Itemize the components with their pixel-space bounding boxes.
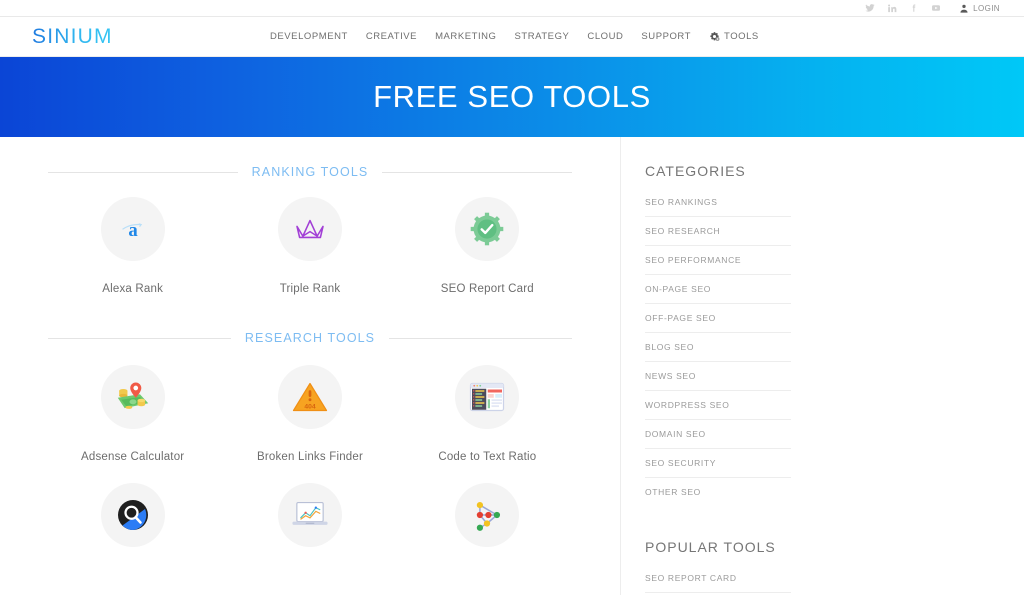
sidebar-item-blog-seo[interactable]: BLOG SEO <box>645 333 791 362</box>
tool-icon-wrap: a <box>100 197 165 261</box>
tool-icon-wrap: 404 <box>277 365 342 429</box>
section-heading-research: RESEARCH TOOLS <box>48 295 572 345</box>
sidebar-popular-list: SEO REPORT CARD BACKLINKS ANALYZER <box>645 567 791 599</box>
sidebar-title-popular-tools: POPULAR TOOLS <box>645 539 776 555</box>
sidebar-item-seo-research[interactable]: SEO RESEARCH <box>645 217 791 246</box>
site-logo[interactable]: SINIUM <box>32 25 113 49</box>
tool-card-code-to-text-ratio[interactable]: Code to Text Ratio <box>399 365 576 463</box>
sidebar-item-off-page-seo[interactable]: OFF-PAGE SEO <box>645 304 791 333</box>
nav-item-development[interactable]: DEVELOPMENT <box>270 31 348 42</box>
tool-label: Adsense Calculator <box>81 451 185 463</box>
sidebar: CATEGORIES SEO RANKINGS SEO RESEARCH SEO… <box>620 137 1024 595</box>
nav-item-strategy[interactable]: STRATEGY <box>515 31 570 42</box>
network-nodes-icon <box>477 501 501 531</box>
main-navbar: SINIUM DEVELOPMENT CREATIVE MARKETING ST… <box>0 17 1024 57</box>
crown-icon <box>296 219 324 239</box>
page-content: RANKING TOOLS a Alexa Rank Triple Rank S… <box>0 137 1024 595</box>
tool-card-triple-rank[interactable]: Triple Rank <box>221 197 398 295</box>
gears-icon <box>710 32 720 41</box>
youtube-icon[interactable] <box>930 3 941 14</box>
code-window-icon <box>470 382 505 412</box>
tool-card-partial-laptop-chart[interactable] <box>221 483 398 569</box>
tool-label: Code to Text Ratio <box>438 451 537 463</box>
alexa-logo-icon: a <box>122 220 142 241</box>
hero-banner: FREE SEO TOOLS <box>0 57 1024 137</box>
nav-item-marketing[interactable]: MARKETING <box>435 31 496 42</box>
nav-item-tools-label: TOOLS <box>724 31 759 42</box>
nav-item-tools[interactable]: TOOLS <box>709 31 759 42</box>
tool-card-alexa-rank[interactable]: a Alexa Rank <box>44 197 221 295</box>
laptop-chart-icon <box>292 501 328 525</box>
search-magnifier-icon <box>117 500 148 530</box>
warning-404-icon: 404 <box>292 382 328 412</box>
tool-icon-wrap <box>455 197 520 261</box>
sidebar-category-list: SEO RANKINGS SEO RESEARCH SEO PERFORMANC… <box>645 191 791 506</box>
sidebar-item-seo-security[interactable]: SEO SECURITY <box>645 449 791 478</box>
tool-icon-wrap <box>100 365 165 429</box>
sidebar-title-categories: CATEGORIES <box>645 163 746 179</box>
section-label-research: RESEARCH TOOLS <box>244 331 376 345</box>
tool-card-broken-links-finder[interactable]: 404 Broken Links Finder <box>221 365 398 463</box>
tool-label: Triple Rank <box>279 283 341 295</box>
tool-label: Broken Links Finder <box>256 451 364 463</box>
tool-icon-wrap <box>277 483 342 547</box>
tool-grid-research: Adsense Calculator 404 Broken Links Find… <box>0 365 620 463</box>
top-utility-bar: LOGIN <box>0 0 1024 17</box>
svg-text:404: 404 <box>304 403 316 410</box>
user-icon <box>960 4 968 13</box>
tool-label: Alexa Rank <box>102 283 164 295</box>
sidebar-item-seo-report-card[interactable]: SEO REPORT CARD <box>645 567 791 593</box>
tool-icon-wrap <box>100 483 165 547</box>
tool-grid-ranking: a Alexa Rank Triple Rank SEO Report Card <box>0 197 620 295</box>
facebook-icon[interactable] <box>908 3 919 14</box>
sidebar-item-wordpress-seo[interactable]: WORDPRESS SEO <box>645 391 791 420</box>
tool-grid-partial <box>0 483 620 569</box>
nav-item-support[interactable]: SUPPORT <box>641 31 691 42</box>
sidebar-item-on-page-seo[interactable]: ON-PAGE SEO <box>645 275 791 304</box>
sidebar-item-news-seo[interactable]: NEWS SEO <box>645 362 791 391</box>
tool-card-adsense-calculator[interactable]: Adsense Calculator <box>44 365 221 463</box>
nav-item-creative[interactable]: CREATIVE <box>366 31 417 42</box>
login-link[interactable]: LOGIN <box>959 3 1000 14</box>
sidebar-item-domain-seo[interactable]: DOMAIN SEO <box>645 420 791 449</box>
section-heading-ranking: RANKING TOOLS <box>48 137 572 179</box>
tool-icon-wrap <box>455 365 520 429</box>
tool-card-partial-search[interactable] <box>44 483 221 569</box>
sidebar-item-other-seo[interactable]: OTHER SEO <box>645 478 791 506</box>
tool-card-seo-report-card[interactable]: SEO Report Card <box>399 197 576 295</box>
svg-text:a: a <box>128 220 138 241</box>
tool-icon-wrap <box>455 483 520 547</box>
social-links <box>864 3 941 14</box>
section-label-ranking: RANKING TOOLS <box>251 165 369 179</box>
heading-rule-left <box>48 337 231 339</box>
money-pin-icon <box>117 382 148 409</box>
green-check-badge-icon <box>471 212 504 246</box>
sidebar-item-seo-rankings[interactable]: SEO RANKINGS <box>645 191 791 217</box>
tool-icon-wrap <box>277 197 342 261</box>
tool-label: SEO Report Card <box>440 283 534 295</box>
sidebar-item-seo-performance[interactable]: SEO PERFORMANCE <box>645 246 791 275</box>
heading-rule-right <box>382 171 572 173</box>
heading-rule-left <box>48 171 238 173</box>
twitter-icon[interactable] <box>864 3 875 14</box>
nav-item-cloud[interactable]: CLOUD <box>587 31 623 42</box>
linkedin-icon[interactable] <box>886 3 897 14</box>
heading-rule-right <box>389 337 572 339</box>
login-label: LOGIN <box>973 3 1000 13</box>
sidebar-item-backlinks-analyzer[interactable]: BACKLINKS ANALYZER <box>645 593 791 599</box>
tools-column: RANKING TOOLS a Alexa Rank Triple Rank S… <box>0 137 620 595</box>
primary-nav: DEVELOPMENT CREATIVE MARKETING STRATEGY … <box>270 31 759 42</box>
page-title: FREE SEO TOOLS <box>373 79 651 114</box>
tool-card-partial-network[interactable] <box>399 483 576 569</box>
